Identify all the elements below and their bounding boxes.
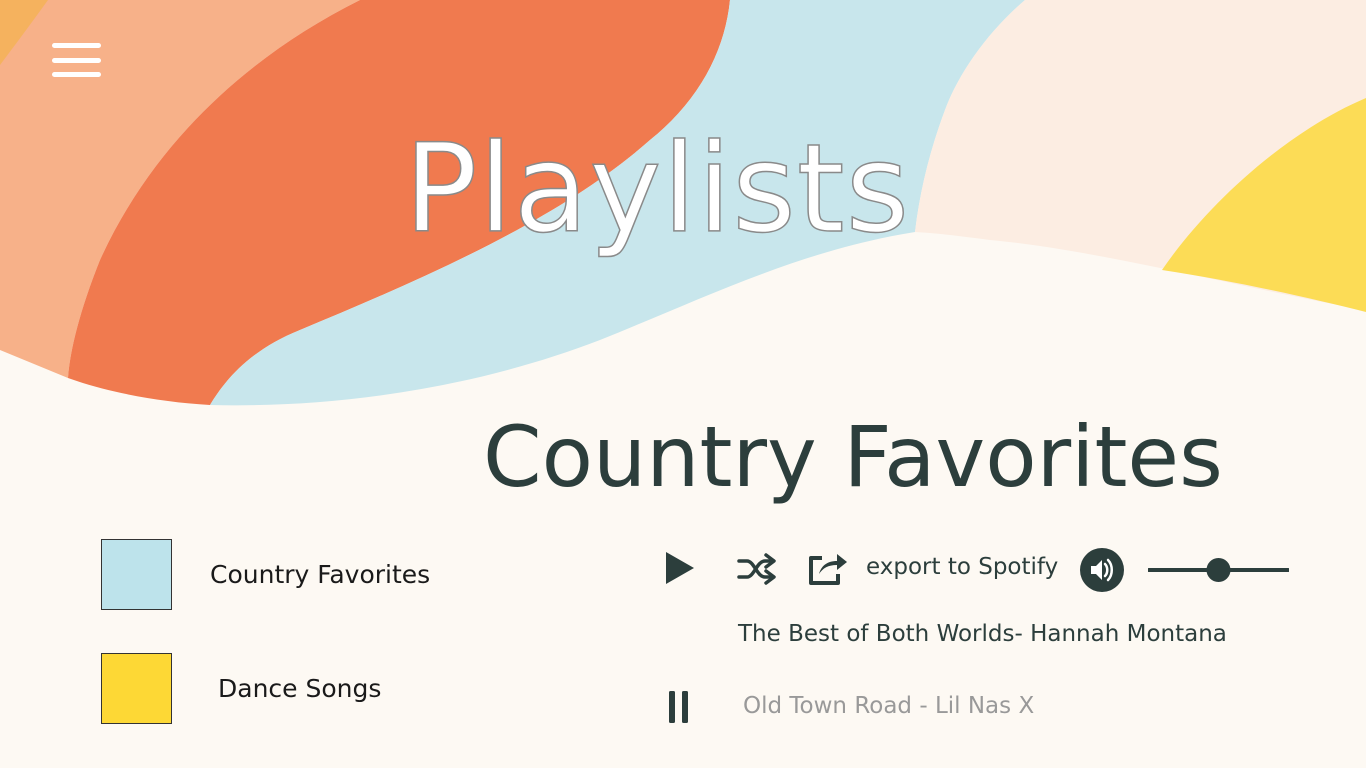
playlist-color-swatch <box>101 653 172 724</box>
playlist-item-dance-songs[interactable]: Dance Songs <box>101 653 501 724</box>
export-to-spotify-link[interactable]: export to Spotify <box>866 554 1058 580</box>
volume-slider-thumb <box>1206 558 1231 582</box>
play-button[interactable] <box>665 551 695 585</box>
playlist-heading: Country Favorites <box>483 408 1223 506</box>
playlist-item-country-favorites[interactable]: Country Favorites <box>101 539 501 610</box>
pause-icon <box>669 691 688 723</box>
menu-icon-bar <box>52 57 101 63</box>
playlist-item-label: Country Favorites <box>210 560 431 589</box>
speaker-icon <box>1080 548 1124 592</box>
share-export-icon <box>809 554 847 585</box>
volume-button[interactable] <box>1080 548 1124 592</box>
menu-icon-bar <box>52 43 101 48</box>
now-playing-track[interactable]: The Best of Both Worlds- Hannah Montana <box>738 621 1227 647</box>
hamburger-menu-button[interactable] <box>52 43 101 77</box>
shuffle-icon <box>737 553 776 585</box>
menu-icon-bar <box>52 72 101 77</box>
play-icon <box>666 552 694 584</box>
volume-slider[interactable] <box>1148 555 1289 585</box>
export-button[interactable] <box>808 550 850 586</box>
pause-button[interactable] <box>668 690 690 724</box>
playlist-item-label: Dance Songs <box>218 674 382 703</box>
up-next-track[interactable]: Old Town Road - Lil Nas X <box>743 693 1034 719</box>
shuffle-button[interactable] <box>737 553 777 585</box>
page-title: Playlists <box>403 118 911 260</box>
playlist-color-swatch <box>101 539 172 610</box>
